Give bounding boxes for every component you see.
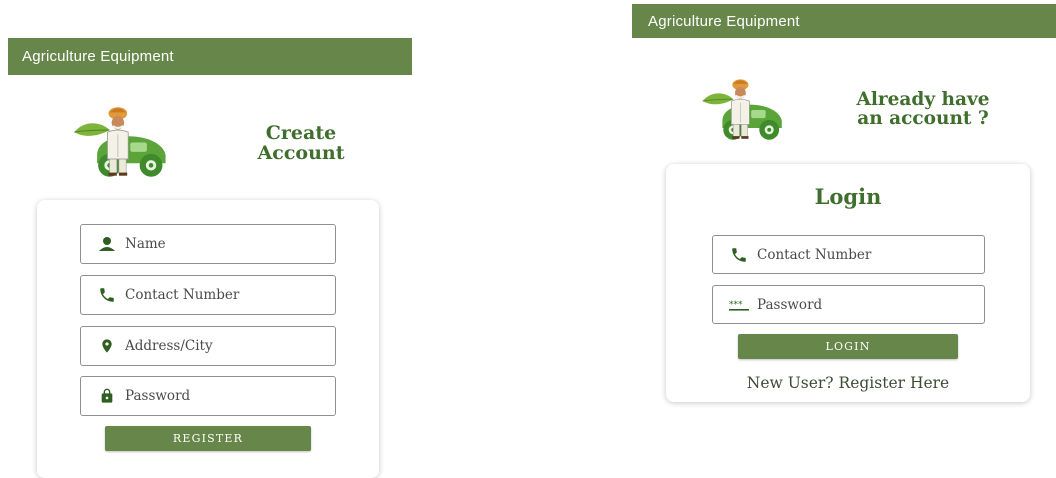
contact-number-input[interactable]: [125, 287, 325, 303]
phone-icon: [97, 285, 117, 305]
contact-number-field[interactable]: [712, 235, 985, 274]
farmer-tractor-logo: [698, 74, 790, 146]
app-bar: Agriculture Equipment: [8, 38, 412, 75]
heading-line-1: Create: [265, 122, 337, 144]
address-city-input[interactable]: [125, 338, 325, 354]
page-heading: Already have an account ?: [828, 90, 1018, 129]
contact-number-field[interactable]: [80, 275, 336, 315]
register-card: REGISTER: [37, 200, 379, 478]
login-screen: Agriculture Equipment Already have an ac…: [632, 4, 1056, 470]
page-heading: Create Account: [236, 122, 366, 164]
location-pin-icon: [97, 336, 117, 356]
svg-text:***: ***: [729, 300, 743, 310]
app-bar: Agriculture Equipment: [632, 4, 1056, 38]
farmer-tractor-logo: [70, 101, 174, 184]
password-input[interactable]: [757, 296, 957, 313]
password-field[interactable]: ***: [712, 285, 985, 324]
name-field[interactable]: [80, 224, 336, 264]
login-card-title: Login: [814, 184, 882, 209]
lock-icon: [97, 386, 117, 406]
password-field[interactable]: [80, 376, 336, 416]
heading-line-2: Account: [257, 141, 345, 164]
password-input[interactable]: [125, 388, 325, 404]
app-title: Agriculture Equipment: [648, 12, 800, 30]
heading-line-2: an account ?: [857, 108, 989, 130]
register-button[interactable]: REGISTER: [105, 426, 311, 451]
contact-number-input[interactable]: [757, 246, 957, 263]
app-title: Agriculture Equipment: [22, 48, 174, 65]
address-city-field[interactable]: [80, 326, 336, 366]
register-screen: Agriculture Equipment Create Account Nam…: [8, 38, 412, 478]
password-dots-icon: ***: [729, 295, 749, 315]
login-button[interactable]: LOGIN: [738, 334, 958, 359]
person-icon: [97, 234, 117, 254]
heading-line-1: Already have: [856, 89, 990, 110]
register-link[interactable]: New User? Register Here: [666, 374, 1030, 392]
login-card: Login *** LOGIN New User? Register Here: [666, 164, 1030, 402]
phone-icon: [729, 245, 749, 265]
name-input[interactable]: [125, 236, 325, 252]
